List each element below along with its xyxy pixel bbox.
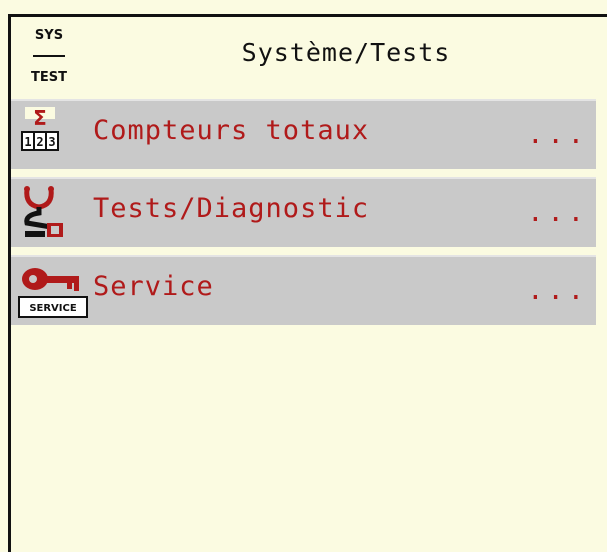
menu-item-compteurs-totaux[interactable]: Σ 1 2 3 Compteurs totaux ... (11, 99, 596, 169)
badge-divider (33, 55, 65, 57)
svg-text:Σ: Σ (33, 106, 47, 130)
more-ellipsis: ... (527, 275, 588, 306)
svg-text:3: 3 (48, 135, 55, 149)
header: SYS TEST Système/Tests (11, 17, 607, 97)
more-ellipsis: ... (527, 119, 588, 150)
more-ellipsis: ... (527, 197, 588, 228)
menu-item-label: Compteurs totaux (93, 115, 370, 146)
menu-item-service[interactable]: SERVICE Service ... (11, 255, 596, 325)
sigma-counter-icon: Σ 1 2 3 (17, 105, 89, 165)
service-key-icon: SERVICE (17, 261, 89, 321)
menu-list: Σ 1 2 3 Compteurs totaux ... Tests/Diagn… (11, 99, 596, 333)
system-tests-screen: SYS TEST Système/Tests Σ 1 2 3 Compteurs… (0, 0, 607, 552)
service-badge-text: SERVICE (29, 303, 77, 314)
badge-top-text: SYS (34, 28, 64, 43)
svg-text:2: 2 (36, 135, 43, 149)
badge-bottom-text: TEST (31, 70, 67, 85)
menu-item-label: Service (93, 271, 214, 302)
sys-test-badge-icon: SYS TEST (25, 25, 73, 89)
menu-item-tests-diagnostic[interactable]: Tests/Diagnostic ... (11, 177, 596, 247)
menu-item-label: Tests/Diagnostic (93, 193, 370, 224)
stethoscope-icon (17, 183, 89, 243)
page-title: Système/Tests (241, 38, 451, 67)
svg-text:1: 1 (24, 135, 31, 149)
